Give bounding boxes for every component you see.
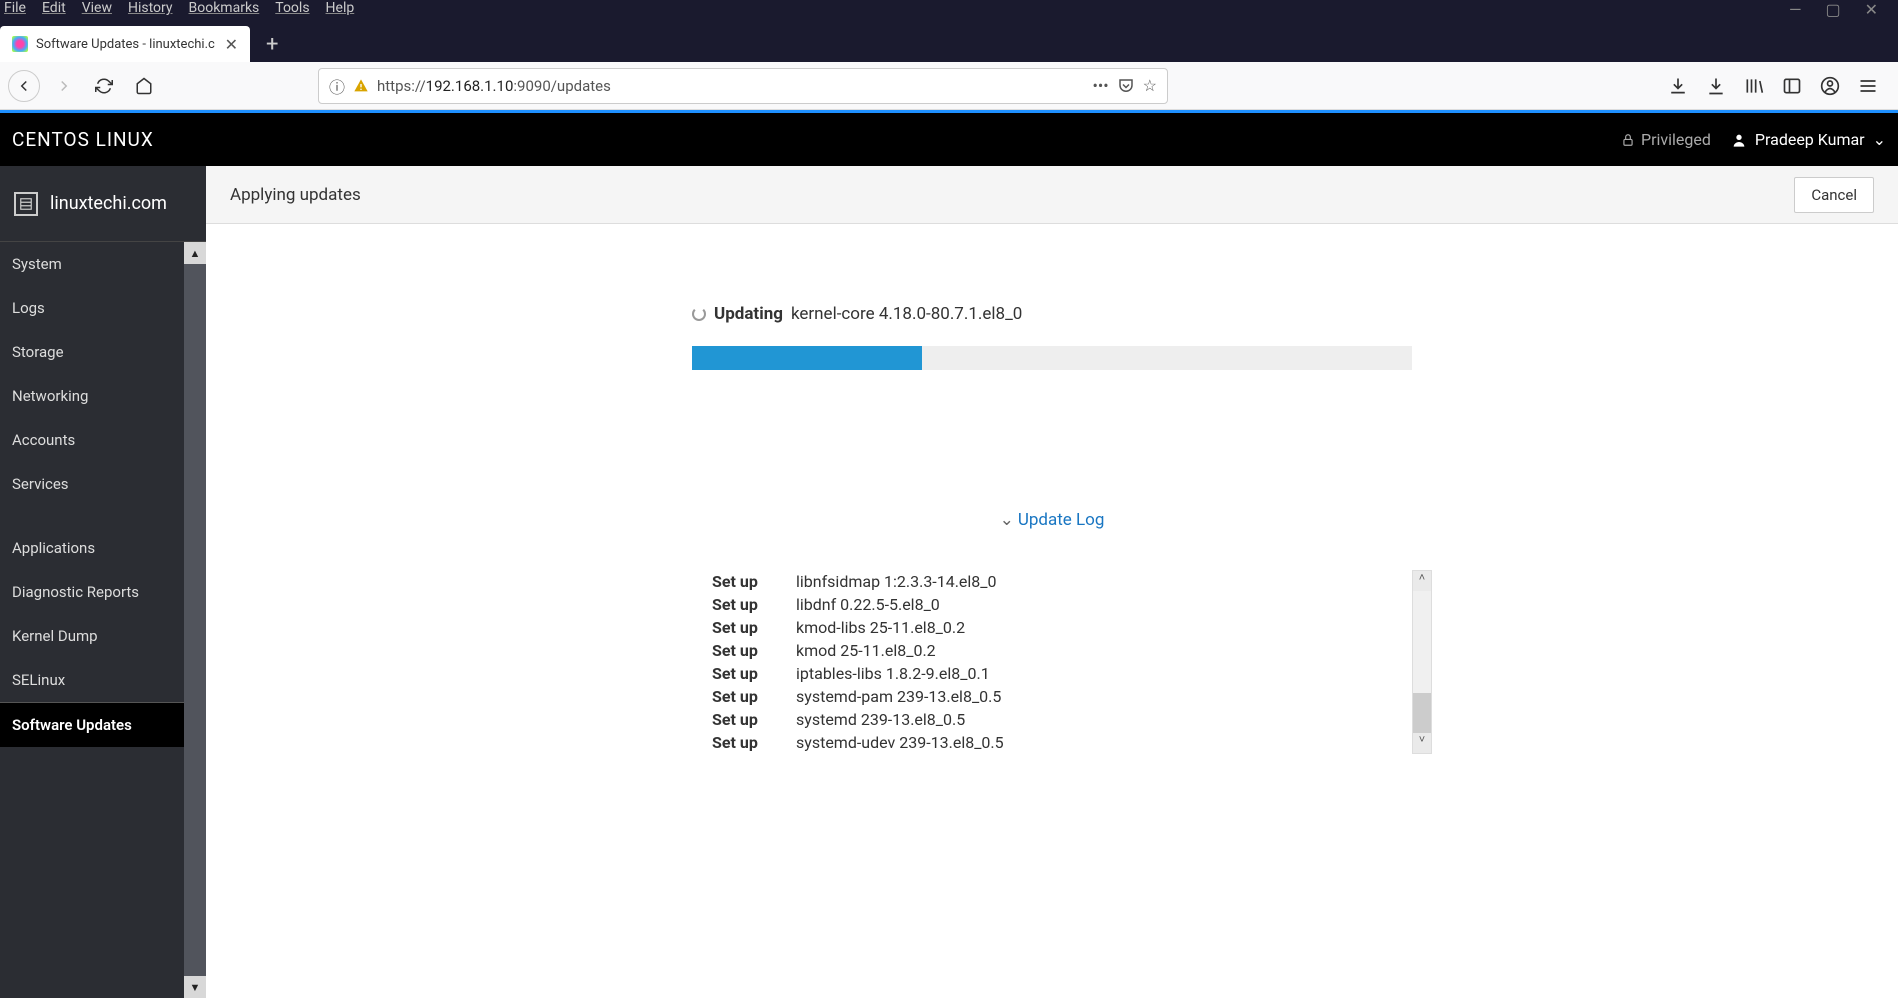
update-log: Set uplibnfsidmap 1:2.3.3-14.el8_0 Set u…	[712, 570, 1392, 754]
reload-button[interactable]	[88, 70, 120, 102]
tab-software-updates[interactable]: Software Updates - linuxtechi.c ✕	[0, 26, 250, 62]
url-text: https://192.168.1.10:9090/updates	[377, 77, 1084, 95]
host-name: linuxtechi.com	[50, 193, 167, 214]
host-icon	[14, 192, 38, 216]
log-row: Set uplibnfsidmap 1:2.3.3-14.el8_0	[712, 570, 1392, 593]
favicon-icon	[12, 36, 28, 52]
sidebar-item-applications[interactable]: Applications	[0, 526, 184, 570]
tab-close-icon[interactable]: ✕	[225, 35, 238, 54]
menu-view[interactable]: View	[82, 0, 112, 16]
maximize-icon[interactable]: ▢	[1825, 0, 1840, 19]
scroll-up-icon[interactable]: ▲	[184, 242, 206, 264]
updating-label: Updating	[714, 304, 783, 324]
sidebar-item-accounts[interactable]: Accounts	[0, 418, 184, 462]
sidebar-item-software-updates[interactable]: Software Updates	[0, 702, 184, 747]
library-icon[interactable]	[1744, 76, 1764, 96]
url-bar[interactable]: ⓘ https://192.168.1.10:9090/updates ••• …	[318, 68, 1168, 104]
pocket-icon[interactable]	[1117, 77, 1135, 95]
sidebar-item-kernel-dump[interactable]: Kernel Dump	[0, 614, 184, 658]
sidebar-toggle-icon[interactable]	[1782, 76, 1802, 96]
sidebar: linuxtechi.com System Logs Storage Netwo…	[0, 166, 206, 998]
home-button[interactable]	[128, 70, 160, 102]
account-icon[interactable]	[1820, 76, 1840, 96]
sidebar-scrollbar[interactable]: ▲ ▼	[184, 242, 206, 998]
info-icon[interactable]: ⓘ	[329, 74, 345, 98]
browser-toolbar: ⓘ https://192.168.1.10:9090/updates ••• …	[0, 62, 1898, 110]
log-row: Set upkmod 25-11.el8_0.2	[712, 639, 1392, 662]
sidebar-item-selinux[interactable]: SELinux	[0, 658, 184, 702]
sidebar-item-storage[interactable]: Storage	[0, 330, 184, 374]
forward-button[interactable]	[48, 70, 80, 102]
cancel-button[interactable]: Cancel	[1794, 177, 1874, 213]
content-header: Applying updates Cancel	[206, 166, 1898, 224]
privileged-label: Privileged	[1641, 130, 1711, 149]
toolbar-right	[1668, 76, 1890, 96]
page-title: Applying updates	[230, 185, 361, 205]
log-row: Set upsystemd-pam 239-13.el8_0.5	[712, 685, 1392, 708]
update-log-link[interactable]: Update Log	[1018, 510, 1105, 530]
lock-icon	[1621, 133, 1635, 147]
sidebar-nav: System Logs Storage Networking Accounts …	[0, 242, 184, 998]
cockpit-header: CENTOS LINUX Privileged Pradeep Kumar ⌄	[0, 110, 1898, 166]
scrollbar-thumb[interactable]	[1413, 693, 1431, 733]
chevron-down-icon: ⌄	[1000, 510, 1014, 530]
spinner-icon	[692, 307, 706, 321]
updating-package: kernel-core 4.18.0-80.7.1.el8_0	[791, 304, 1022, 324]
page-actions-icon[interactable]: •••	[1092, 76, 1108, 95]
window-controls: — ▢ ✕	[1769, 0, 1898, 19]
sidebar-item-diagnostic[interactable]: Diagnostic Reports	[0, 570, 184, 614]
host-selector[interactable]: linuxtechi.com	[0, 166, 206, 242]
back-button[interactable]	[8, 70, 40, 102]
log-scrollbar[interactable]: ˄ ˅	[1412, 570, 1432, 754]
brand-label: CENTOS LINUX	[12, 128, 154, 151]
user-menu[interactable]: Pradeep Kumar ⌄	[1731, 130, 1886, 149]
log-row: Set uplibdnf 0.22.5-5.el8_0	[712, 593, 1392, 616]
menu-icon[interactable]	[1858, 76, 1878, 96]
user-name: Pradeep Kumar	[1755, 130, 1865, 149]
update-log-toggle[interactable]: ⌄Update Log	[206, 510, 1898, 530]
save-page-icon[interactable]	[1668, 76, 1688, 96]
progress-fill	[692, 346, 922, 370]
lock-warning-icon[interactable]	[353, 78, 369, 94]
main: linuxtechi.com System Logs Storage Netwo…	[0, 166, 1898, 998]
sidebar-item-networking[interactable]: Networking	[0, 374, 184, 418]
updating-status: Updating kernel-core 4.18.0-80.7.1.el8_0	[692, 304, 1412, 324]
sidebar-item-system[interactable]: System	[0, 242, 184, 286]
scroll-down-icon[interactable]: ˅	[1413, 733, 1431, 753]
log-row: Set upiptables-libs 1.8.2-9.el8_0.1	[712, 662, 1392, 685]
menu-history[interactable]: History	[128, 0, 173, 16]
sidebar-item-logs[interactable]: Logs	[0, 286, 184, 330]
tabbar: Software Updates - linuxtechi.c ✕ +	[0, 14, 1898, 62]
user-icon	[1731, 132, 1747, 148]
tab-title: Software Updates - linuxtechi.c	[36, 37, 217, 52]
menu-help[interactable]: Help	[326, 0, 355, 16]
menu-edit[interactable]: Edit	[42, 0, 66, 16]
menu-tools[interactable]: Tools	[275, 0, 309, 16]
close-window-icon[interactable]: ✕	[1865, 0, 1878, 19]
content: Applying updates Cancel Updating kernel-…	[206, 166, 1898, 998]
minimize-icon[interactable]: —	[1789, 0, 1802, 19]
sidebar-item-services[interactable]: Services	[0, 462, 184, 506]
scroll-down-icon[interactable]: ▼	[184, 976, 206, 998]
log-row: Set upkmod-libs 25-11.el8_0.2	[712, 616, 1392, 639]
updating-block: Updating kernel-core 4.18.0-80.7.1.el8_0	[692, 304, 1412, 370]
privileged-badge[interactable]: Privileged	[1621, 130, 1711, 149]
log-row: Set upsystemd 239-13.el8_0.5	[712, 708, 1392, 731]
log-row: Set upsystemd-udev 239-13.el8_0.5	[712, 731, 1392, 754]
new-tab-button[interactable]: +	[266, 32, 278, 57]
progress-bar	[692, 346, 1412, 370]
menu-file[interactable]: File	[4, 0, 26, 16]
menu-bookmarks[interactable]: Bookmarks	[189, 0, 260, 16]
scroll-up-icon[interactable]: ˄	[1413, 571, 1431, 591]
downloads-icon[interactable]	[1706, 76, 1726, 96]
menubar: File Edit View History Bookmarks Tools H…	[0, 0, 1898, 14]
chevron-down-icon: ⌄	[1873, 130, 1886, 149]
bookmark-star-icon[interactable]: ☆	[1143, 76, 1157, 95]
